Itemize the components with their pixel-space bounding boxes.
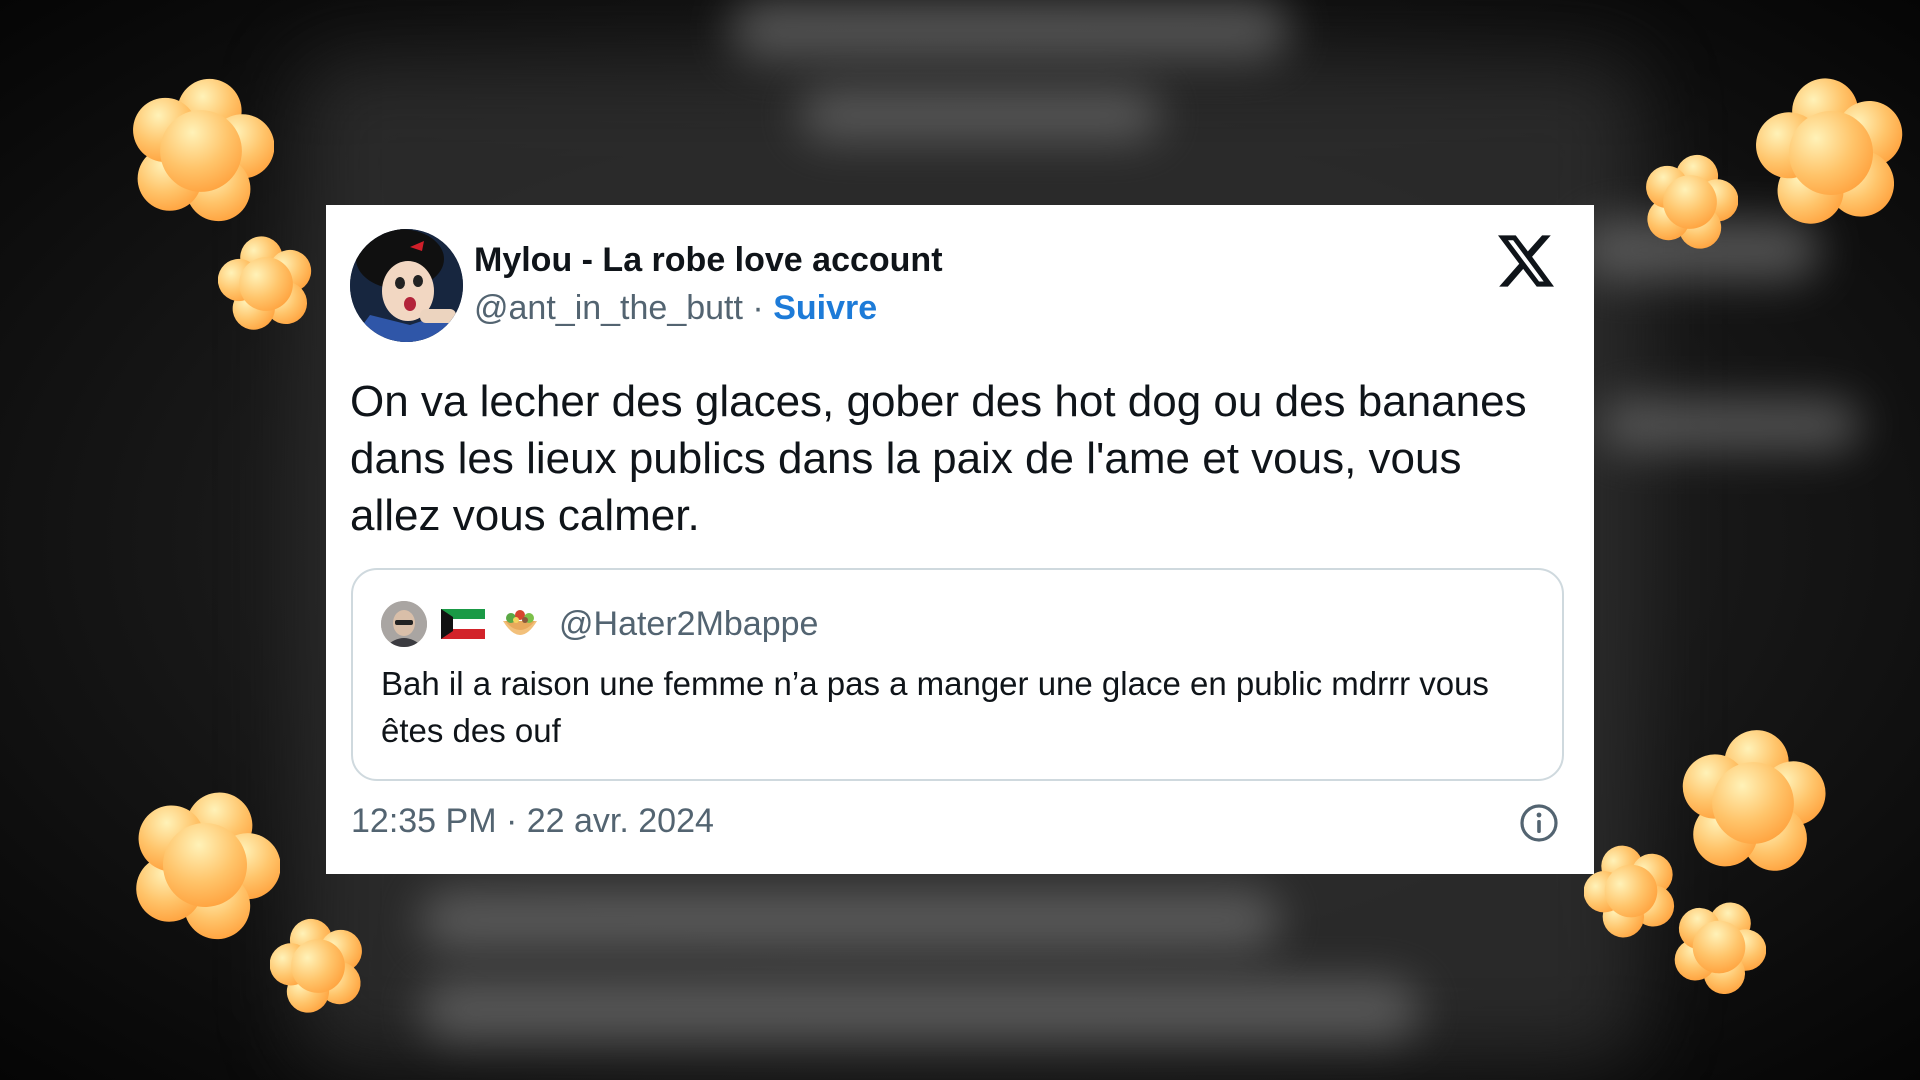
flower-decoration [1642,154,1738,250]
x-logo-icon[interactable] [1498,235,1554,287]
burrito-emoji-icon [503,610,537,635]
quoted-tweet[interactable]: @Hater2Mbappe Bah il a raison une femme … [351,568,1564,781]
kuwait-flag-icon [441,609,485,639]
author-avatar[interactable] [350,229,463,342]
flower-decoration [270,918,366,1014]
author-handle-row: @ant_in_the_butt · Suivre [474,289,877,328]
quoted-author-avatar[interactable] [381,601,427,647]
quoted-tweet-header: @Hater2Mbappe [381,600,818,648]
tweet-text: On va lecher des glaces, gober des hot d… [350,377,1527,540]
tweet-timestamp[interactable]: 12:35 PM · 22 avr. 2024 [351,802,714,841]
flower-decoration [1584,844,1678,938]
info-icon[interactable] [1518,802,1560,844]
separator-dot: · [752,289,764,327]
flower-decoration [1680,730,1826,875]
author-display-name[interactable]: Mylou - La robe love account [474,241,943,280]
flower-decoration [218,236,314,332]
follow-button[interactable]: Suivre [773,289,877,327]
tweet-card: Mylou - La robe love account @ant_in_the… [326,205,1594,874]
quoted-author-handle[interactable]: @Hater2Mbappe [559,605,818,644]
flower-decoration [128,78,274,224]
quoted-tweet-text: Bah il a raison une femme n’a pas a mang… [381,665,1489,749]
flower-decoration [1756,78,1906,228]
flower-decoration [130,790,280,940]
flower-decoration [1672,900,1766,994]
author-handle[interactable]: @ant_in_the_butt [474,289,743,327]
